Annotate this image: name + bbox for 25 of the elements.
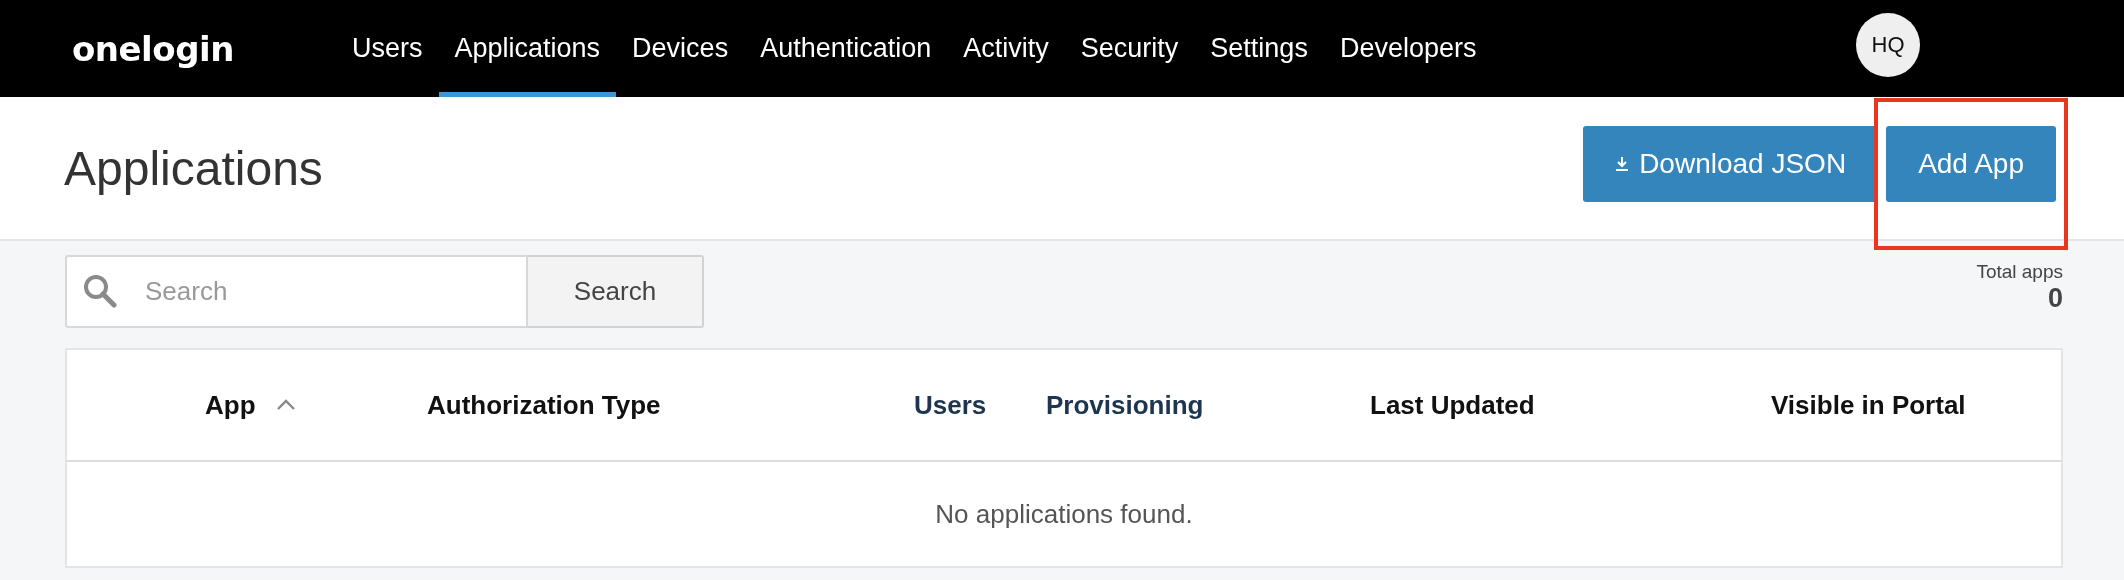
column-header: Visible in Portal [1771,389,1966,421]
column-header: Authorization Type [427,389,661,421]
nav-tab[interactable]: Security [1064,0,1195,97]
column-header: App [205,389,256,421]
logo[interactable]: onelogin [72,28,336,69]
column-header[interactable]: Provisioning [1046,389,1204,421]
page-title: Applications [64,140,323,196]
search-button[interactable]: Search [528,255,704,328]
nav-tab[interactable]: Authentication [744,0,948,97]
column-header: Last Updated [1370,389,1535,421]
add-button[interactable]: Add App [1886,126,2056,202]
download-icon [1615,156,1630,172]
empty-message: No applications found. [935,498,1193,530]
nav-tab[interactable]: Settings [1194,0,1324,97]
total-count: 0 [2047,283,2063,314]
avatar[interactable]: HQ [1856,13,1920,77]
nav-tab[interactable]: Devices [616,0,745,97]
nav-tab[interactable]: Users [336,0,439,97]
nav-tab[interactable]: Activity [947,0,1065,97]
column-header[interactable]: Users [914,389,987,421]
search-icon [83,274,117,308]
total-label: Total apps [1976,261,2063,283]
sort-caret-icon[interactable] [275,399,296,411]
search-field[interactable]: Search [65,255,528,328]
nav-tab[interactable]: Developers [1323,0,1493,97]
